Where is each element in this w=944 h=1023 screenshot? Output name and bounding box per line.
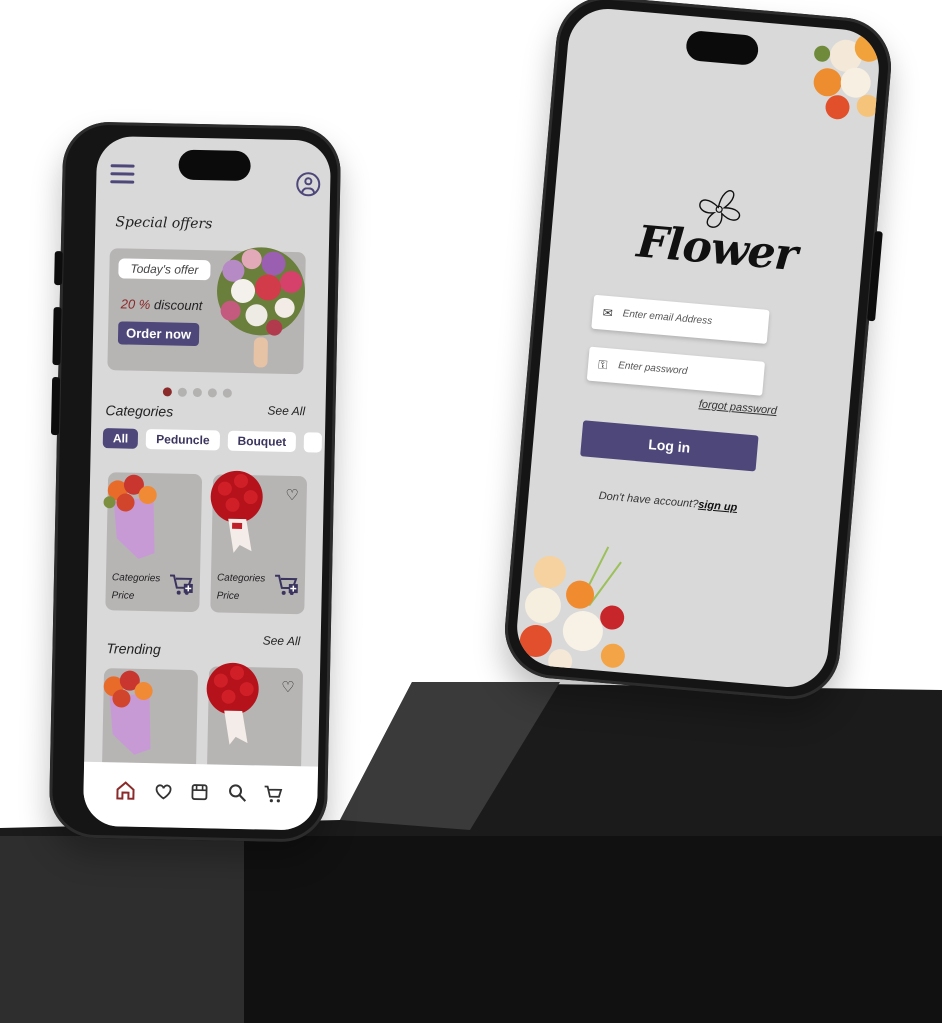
discount-value: 20 % [120, 296, 151, 313]
cart-icon[interactable] [263, 784, 283, 804]
categories-see-all-link[interactable]: See All [267, 404, 305, 419]
favorite-heart-icon[interactable]: ♡ [281, 678, 295, 696]
email-placeholder: Enter email Address [622, 308, 713, 328]
forgot-password-link[interactable]: forgot password [698, 398, 777, 417]
product-category: Categories [111, 572, 161, 585]
product-category: Categories [216, 572, 266, 585]
login-phone: Flower ✉ Enter email Address ⚿ Enter pas… [500, 0, 896, 704]
password-placeholder: Enter password [617, 360, 688, 378]
no-account-text: Don't have account? [598, 489, 699, 511]
trending-card[interactable]: ♡ [206, 662, 304, 779]
bottom-flowers-image [519, 546, 625, 674]
trending-title: Trending [106, 640, 161, 658]
phone-side-button [54, 251, 63, 286]
chip-bouquet[interactable]: Bouquet [227, 430, 297, 453]
mixed-bouquet-image [103, 670, 153, 755]
hamburger-menu-icon[interactable] [110, 164, 135, 186]
chip-peduncle[interactable]: Peduncle [146, 428, 220, 451]
order-now-button[interactable]: Order now [117, 321, 200, 347]
signup-prompt: Don't have account?sign up [598, 490, 738, 514]
signup-link[interactable]: sign up [698, 499, 738, 514]
dynamic-island [685, 29, 760, 67]
todays-offer-badge: Today's offer [118, 258, 211, 281]
logo-text: Flower [634, 216, 799, 282]
chip-more[interactable] [304, 432, 323, 453]
store-icon[interactable] [189, 782, 209, 802]
product-price: Price [216, 590, 240, 602]
profile-icon[interactable] [296, 172, 321, 197]
offer-banner[interactable]: Today's offer 20 % discount Order now [107, 247, 306, 375]
product-card[interactable]: ♡ Categories Price [210, 470, 308, 615]
add-to-cart-icon[interactable] [273, 572, 300, 599]
category-chips: All Peduncle Bouquet [102, 428, 323, 453]
special-offers-title: Special offers [115, 214, 213, 233]
favorite-heart-icon[interactable]: ♡ [285, 486, 299, 504]
login-screen: Flower ✉ Enter email Address ⚿ Enter pas… [513, 5, 883, 691]
home-screen: Special offers Today's offer 20 % discou… [82, 135, 332, 831]
carousel-dot[interactable] [162, 387, 172, 397]
product-card[interactable]: Categories Price [103, 472, 203, 613]
add-to-cart-icon[interactable] [168, 571, 195, 598]
discount-text: 20 % discount [121, 296, 203, 313]
carousel-dot[interactable] [177, 387, 187, 397]
product-price: Price [111, 590, 135, 602]
mail-icon: ✉ [602, 305, 614, 321]
login-button[interactable]: Log in [580, 420, 759, 472]
password-field[interactable]: ⚿ Enter password [586, 346, 766, 396]
discount-label: discount [153, 297, 203, 314]
carousel-dot[interactable] [192, 387, 202, 398]
key-icon: ⚿ [597, 357, 608, 373]
heart-icon[interactable] [153, 781, 173, 801]
flower-logo: Flower [628, 172, 799, 296]
bouquet-image [217, 247, 306, 368]
mixed-bouquet-image [103, 474, 157, 559]
categories-title: Categories [105, 402, 174, 420]
dynamic-island [178, 149, 251, 182]
trending-see-all-link[interactable]: See All [263, 633, 301, 648]
red-roses-image [210, 470, 263, 553]
home-phone: Special offers Today's offer 20 % discou… [48, 121, 342, 843]
email-field[interactable]: ✉ Enter email Address [591, 294, 770, 344]
search-icon[interactable] [227, 783, 247, 803]
carousel-dot[interactable] [222, 388, 232, 398]
red-roses-image [206, 662, 259, 745]
phone-volume-down [50, 376, 61, 436]
bottom-nav [82, 761, 319, 831]
home-icon[interactable] [115, 780, 135, 800]
chip-all[interactable]: All [102, 428, 139, 449]
phone-volume-up [52, 307, 62, 366]
corner-flowers-image [813, 33, 883, 120]
carousel-dot[interactable] [207, 388, 217, 398]
carousel-dots [162, 387, 232, 398]
